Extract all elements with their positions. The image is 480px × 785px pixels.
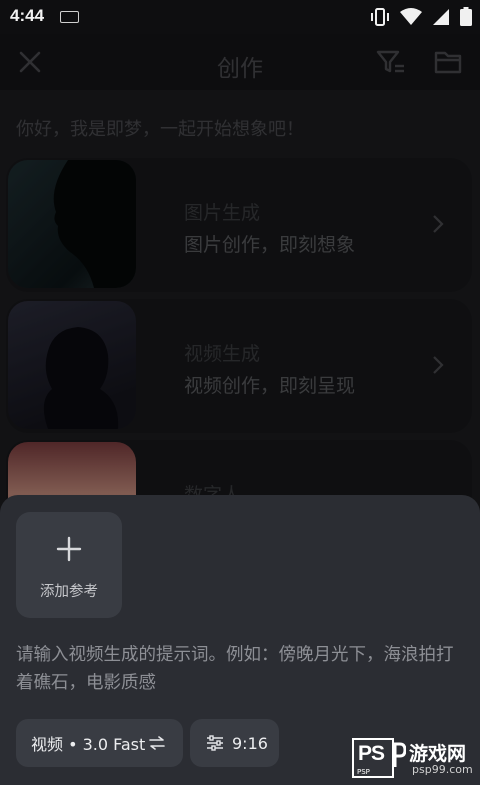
model-label: 视频 • 3.0 Fast [31,735,146,754]
keyboard-icon [60,11,79,23]
swap-icon [149,736,166,750]
site-watermark: PS PSP 游戏网 psp99.com [352,735,476,781]
watermark-url: psp99.com [412,763,473,776]
settings-sliders-icon [207,735,223,751]
status-time: 4:44 [10,6,45,25]
battery-icon [460,7,472,26]
aspect-ratio-chip[interactable]: 9:16 [190,719,279,767]
plus-icon [56,536,82,562]
watermark-site-name: 游戏网 [409,743,467,765]
wifi-icon [400,7,422,25]
signal-icon [433,8,449,25]
add-reference-label: 添加参考 [40,584,98,600]
watermark-p-icon [393,742,406,767]
status-icons [370,7,472,26]
watermark-logo: PS PSP [352,738,394,778]
status-bar: 4:44 [0,0,480,34]
add-reference-button[interactable]: 添加参考 [16,512,122,618]
vibrate-icon [371,7,389,26]
prompt-input[interactable]: 请输入视频生成的提示词。例如：傍晚月光下，海浪拍打着礁石，电影质感 [16,641,466,697]
model-select-chip[interactable]: 视频 • 3.0 Fast [16,719,183,767]
ratio-label: 9:16 [232,733,268,753]
